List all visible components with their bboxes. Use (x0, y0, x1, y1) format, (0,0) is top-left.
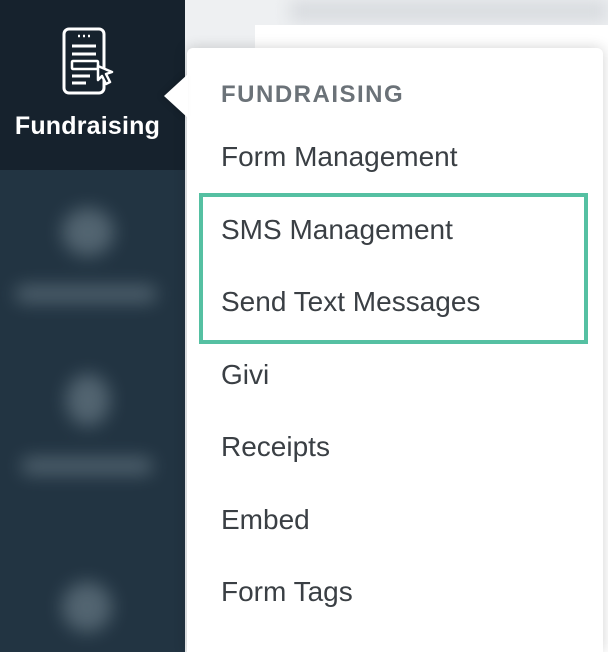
sidebar-item-label: Fundraising (14, 112, 161, 140)
menu-item-receipts[interactable]: Receipts (221, 431, 330, 463)
blurred-label (22, 458, 152, 474)
blurred-icon (62, 208, 114, 256)
menu-item-form-tags[interactable]: Form Tags (221, 576, 353, 608)
blurred-label (16, 286, 156, 302)
form-document-icon (62, 27, 114, 95)
sidebar: Fundraising (0, 0, 185, 652)
sidebar-item-fundraising[interactable]: Fundraising (0, 0, 185, 170)
menu-pointer-caret (164, 74, 188, 118)
menu-item-embed[interactable]: Embed (221, 504, 310, 536)
menu-item-send-text-messages[interactable]: Send Text Messages (221, 286, 480, 318)
menu-item-form-management[interactable]: Form Management (221, 141, 458, 173)
sidebar-item-blurred-3[interactable] (0, 560, 185, 652)
blurred-header (290, 0, 608, 22)
menu-item-sms-management[interactable]: SMS Management (221, 214, 453, 246)
blurred-icon (66, 374, 110, 426)
sidebar-item-blurred-2[interactable] (0, 360, 185, 500)
fundraising-dropdown-menu (187, 48, 603, 652)
menu-heading: FUNDRAISING (221, 81, 405, 108)
sidebar-item-blurred-1[interactable] (0, 190, 185, 330)
app-window: Fundraising FUNDRAISING Form Management … (0, 0, 608, 652)
menu-item-givi[interactable]: Givi (221, 359, 269, 391)
blurred-icon (62, 582, 112, 632)
